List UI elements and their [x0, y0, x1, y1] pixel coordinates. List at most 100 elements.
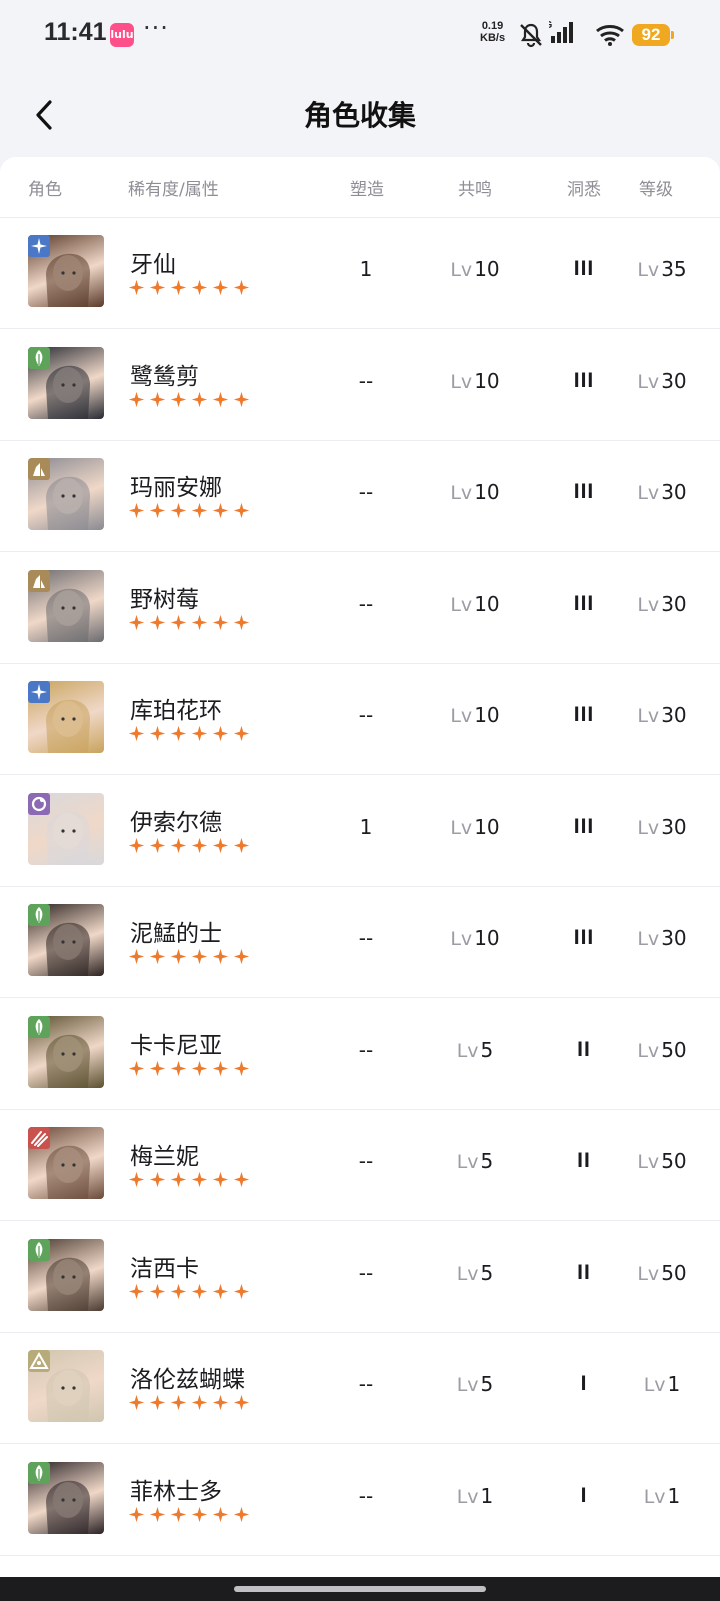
rarity-star-icon [128, 1171, 145, 1188]
resonance-level-prefix: Lv [456, 1151, 479, 1173]
rarity-star-icon [191, 1060, 208, 1076]
resonance-level-value: 10 [474, 926, 500, 950]
resonance-level-prefix: Lv [450, 593, 473, 616]
insight-value: II [577, 1260, 591, 1284]
column-header-insight[interactable]: 洞悉 [567, 175, 601, 200]
navigation-bar [0, 1577, 720, 1601]
rarity-star-icon [212, 1171, 229, 1188]
rarity-star-icon [191, 279, 208, 296]
character-level-value: 30 [661, 480, 687, 504]
character-level-value: 50 [661, 1149, 687, 1173]
rarity-star-icon [149, 1506, 166, 1522]
character-row[interactable]: 野树莓 -- Lv 10 III Lv 30 [0, 552, 720, 664]
character-row[interactable]: 菲林士多 -- Lv 1 I Lv 1 [0, 1444, 720, 1556]
network-type: 5G [549, 20, 553, 31]
character-row[interactable]: 鹭鸶剪 -- Lv 10 III Lv 30 [0, 329, 720, 441]
mute-bell-icon [520, 23, 542, 48]
attribute-mineral-icon [28, 569, 50, 592]
rarity-star-icon [212, 837, 229, 853]
resonance-level: Lv 5 [430, 1261, 520, 1285]
character-portrait [28, 458, 104, 530]
column-header-rarity[interactable]: 稀有度/属性 [128, 175, 219, 200]
character-level-value: 30 [661, 926, 687, 950]
rarity-star-icon [170, 502, 187, 519]
forge-value: -- [358, 1037, 374, 1062]
resonance-level-value: 5 [480, 1260, 494, 1285]
character-row[interactable]: 玛丽安娜 -- Lv 10 III Lv 30 [0, 440, 720, 552]
character-table: 角色 稀有度/属性 塑造 共鸣 洞悉 等级 牙仙 1 Lv 10 III Lv 35 [0, 157, 720, 1577]
rarity-star-icon [212, 279, 229, 296]
page-header: 角色收集 [0, 70, 720, 156]
more-notifications-icon: ··· [143, 14, 169, 42]
character-name: 洛伦兹蝴蝶 [130, 1367, 245, 1393]
character-row[interactable]: 梅兰妮 -- Lv 5 II Lv 50 [0, 1109, 720, 1221]
rarity-star-icon [233, 614, 250, 630]
attribute-intellect-icon [28, 1350, 50, 1372]
rarity-star-icon [149, 502, 166, 519]
insight-value: III [573, 591, 595, 615]
insight-value: II [577, 1149, 591, 1172]
character-level: Lv 30 [622, 369, 702, 393]
rarity-star-icon [149, 725, 166, 742]
character-row[interactable]: 牙仙 1 Lv 10 III Lv 35 [0, 217, 720, 329]
rarity-star-icon [212, 614, 229, 630]
rarity-star-icon [170, 1506, 187, 1522]
column-header-forge[interactable]: 塑造 [350, 175, 384, 200]
character-level-value: 30 [661, 591, 687, 616]
rarity-star-icon [170, 614, 187, 630]
cellular-signal-icon: 5G [549, 20, 573, 43]
character-level-value: 35 [661, 257, 687, 281]
character-name: 牙仙 [130, 252, 176, 278]
network-speed-unit: KB/s [480, 32, 506, 44]
attribute-plant-icon [28, 1015, 50, 1038]
rarity-star-icon [212, 725, 229, 742]
character-level-value: 30 [661, 703, 687, 727]
character-level-value: 30 [661, 814, 687, 839]
column-header-level[interactable]: 等级 [639, 175, 673, 200]
rarity-star-icon [128, 279, 145, 296]
column-header-role[interactable]: 角色 [28, 175, 62, 200]
forge-value: -- [358, 1260, 374, 1285]
insight-value: III [573, 814, 595, 838]
home-indicator[interactable] [234, 1586, 486, 1592]
rarity-star-icon [170, 1171, 187, 1188]
character-portrait [28, 681, 104, 753]
rarity-star-icon [170, 837, 187, 853]
resonance-level-value: 1 [480, 1483, 494, 1508]
character-row[interactable]: 卡卡尼亚 -- Lv 5 II Lv 50 [0, 998, 720, 1110]
character-row[interactable]: 洁西卡 -- Lv 5 II Lv 50 [0, 1221, 720, 1333]
rarity-star-icon [128, 502, 145, 519]
character-row[interactable]: 泥鯭的士 -- Lv 10 III Lv 30 [0, 886, 720, 998]
attribute-mineral-icon [28, 458, 50, 480]
rarity-star-icon [191, 502, 208, 519]
character-name: 泥鯭的士 [130, 921, 222, 947]
character-level: Lv 1 [622, 1372, 702, 1396]
forge-value: 1 [359, 814, 373, 839]
rarity-stars [128, 837, 254, 857]
rarity-star-icon [149, 279, 166, 296]
character-level-prefix: Lv [637, 370, 660, 393]
rarity-star-icon [191, 391, 208, 407]
character-level-prefix: Lv [637, 1262, 660, 1285]
character-row[interactable]: 库珀花环 -- Lv 10 III Lv 30 [0, 663, 720, 775]
character-portrait [28, 904, 104, 976]
character-level-prefix: Lv [637, 1039, 660, 1062]
rarity-star-icon [212, 1394, 229, 1411]
character-row[interactable]: 洛伦兹蝴蝶 -- Lv 5 I Lv 1 [0, 1332, 720, 1444]
character-name: 梅兰妮 [130, 1144, 199, 1170]
rarity-stars [128, 1394, 254, 1414]
character-level-prefix: Lv [637, 1151, 660, 1173]
character-row[interactable]: 伊索尔德 1 Lv 10 III Lv 30 [0, 775, 720, 887]
rarity-star-icon [149, 391, 166, 407]
rarity-star-icon [128, 948, 145, 965]
rarity-star-icon [233, 1171, 250, 1188]
column-header-resonance[interactable]: 共鸣 [458, 175, 492, 200]
character-name: 卡卡尼亚 [130, 1032, 222, 1059]
insight-value: III [573, 368, 595, 392]
insight-value: I [580, 1483, 588, 1507]
resonance-level: Lv 10 [430, 480, 520, 504]
rarity-star-icon [170, 948, 187, 965]
resonance-level-prefix: Lv [456, 1262, 479, 1285]
rarity-stars [128, 725, 254, 745]
resonance-level-prefix: Lv [456, 1485, 479, 1508]
